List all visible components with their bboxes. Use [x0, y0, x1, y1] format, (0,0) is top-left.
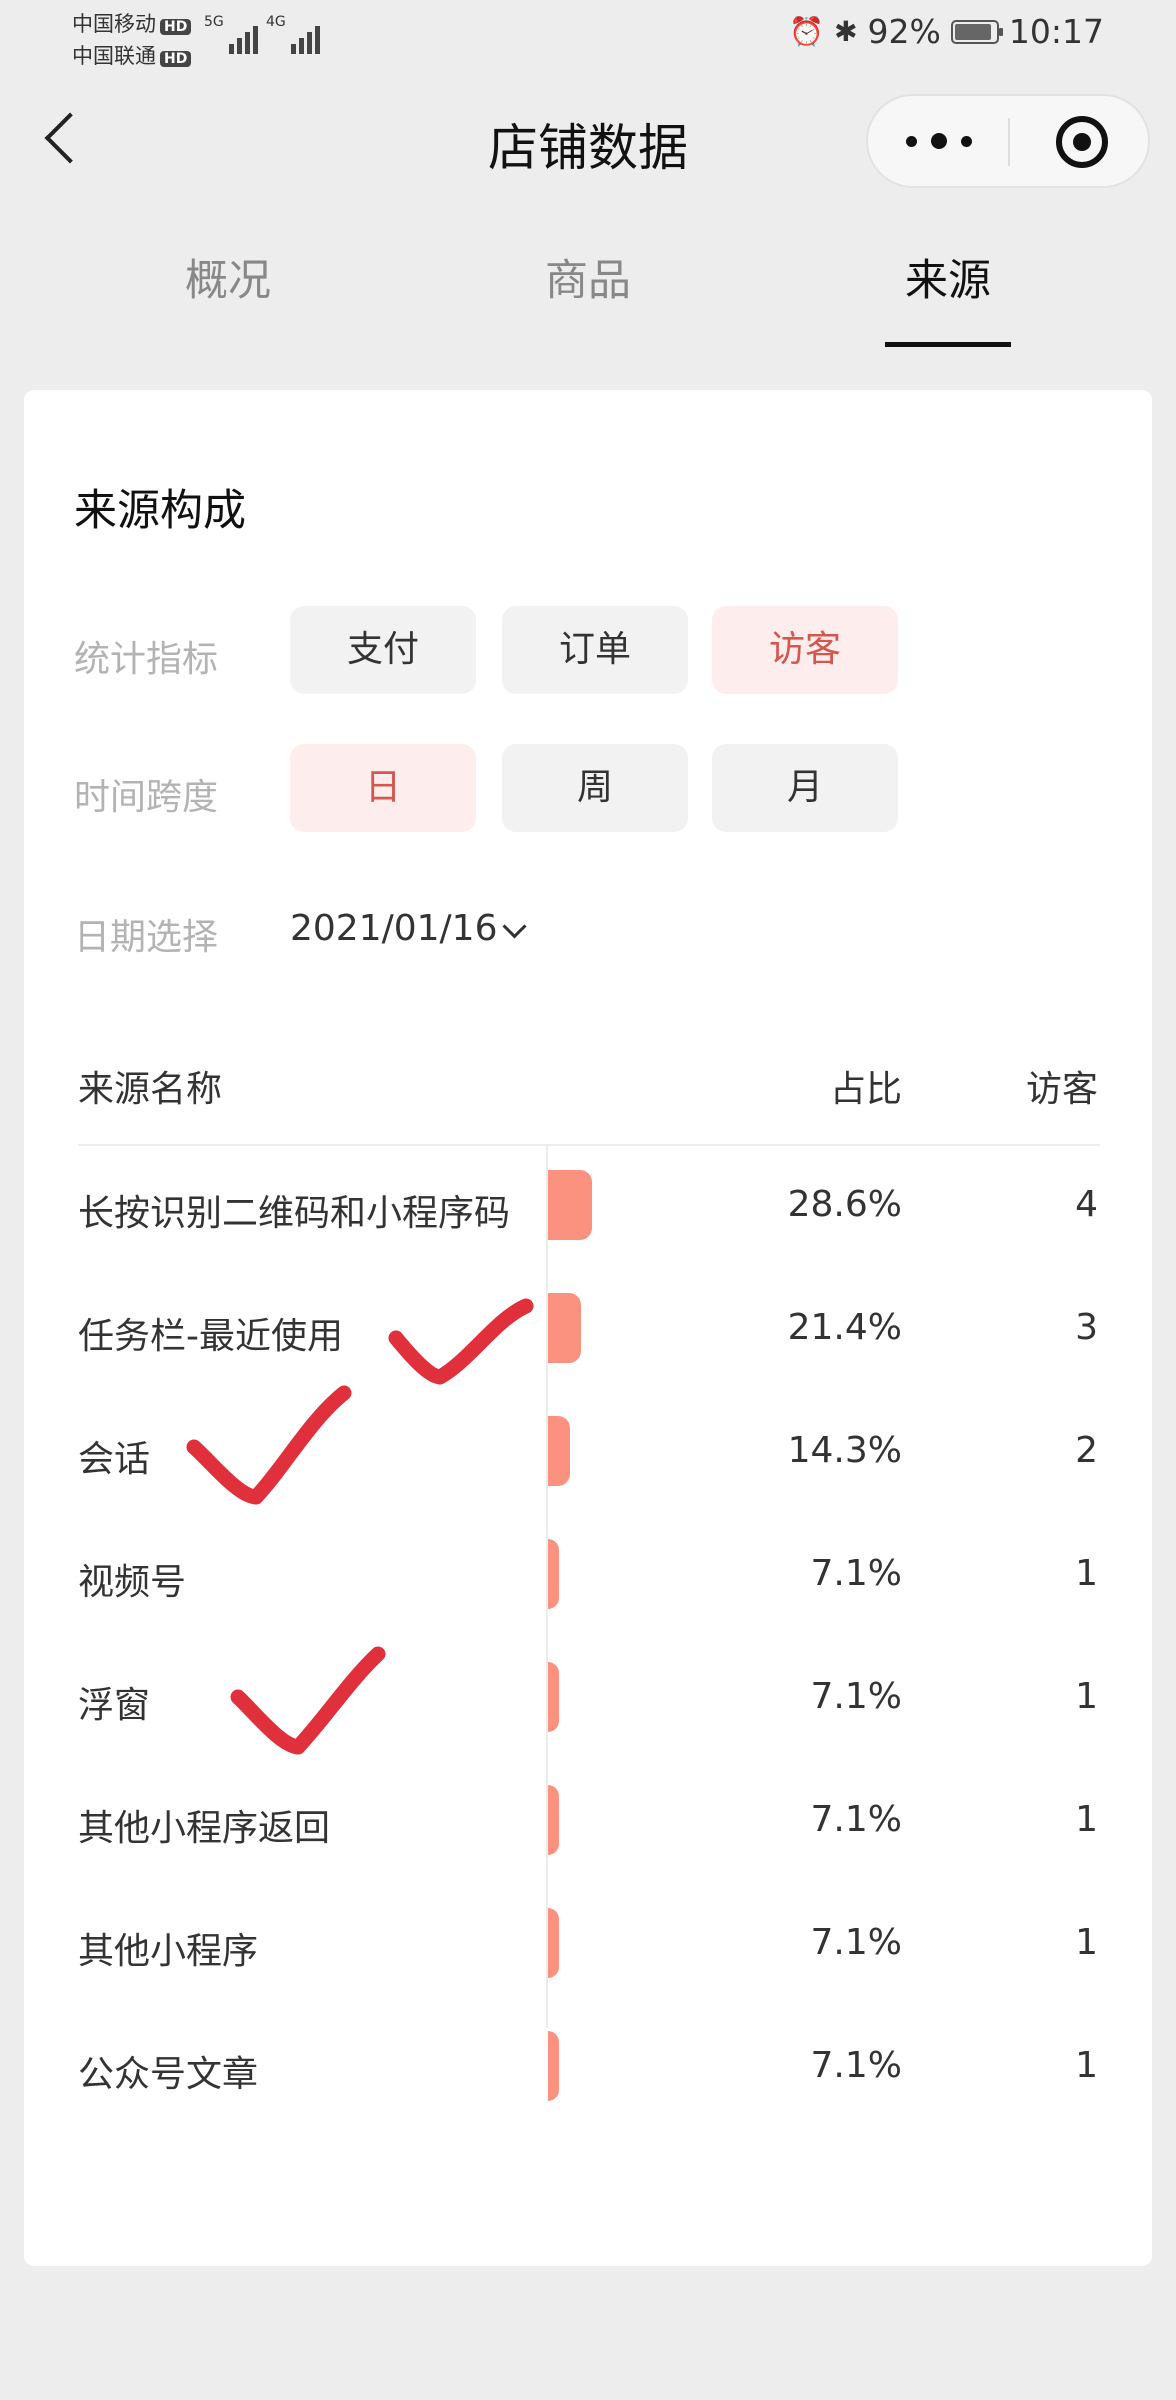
carrier-2: 中国联通 HD — [72, 40, 192, 70]
span-filter-label: 时间跨度 — [74, 777, 219, 818]
visitor-count: 1 — [1075, 1799, 1098, 1840]
bluetooth-icon: ✱ — [834, 15, 858, 48]
metric-chip-visitors[interactable]: 访客 — [712, 606, 898, 694]
table-row: 视频号 7.1% 1 — [24, 1515, 1152, 1638]
bar-axis-line — [546, 1146, 548, 2028]
hd-badge: HD — [160, 51, 192, 67]
metric-chip-orders[interactable]: 订单 — [502, 606, 688, 694]
table-row: 任务栏-最近使用 21.4% 3 — [24, 1269, 1152, 1392]
more-icon[interactable] — [906, 126, 972, 156]
active-tab-indicator — [885, 342, 1011, 347]
chevron-down-icon[interactable] — [502, 914, 527, 939]
span-chip-month[interactable]: 月 — [712, 744, 898, 832]
carrier-2-label: 中国联通 — [72, 44, 156, 68]
capsule-divider — [1008, 118, 1010, 166]
table-row: 浮窗 7.1% 1 — [24, 1638, 1152, 1761]
span-chip-week[interactable]: 周 — [502, 744, 688, 832]
battery-percent: 92% — [867, 12, 941, 51]
table-row: 其他小程序返回 7.1% 1 — [24, 1761, 1152, 1884]
clock: 10:17 — [1008, 12, 1104, 51]
signal-4g-icon: 4G — [266, 14, 320, 54]
source-name: 任务栏-最近使用 — [78, 1316, 343, 1357]
status-right: ⏰ ✱ 92% 10:17 — [789, 12, 1104, 51]
source-name: 长按识别二维码和小程序码 — [78, 1193, 511, 1234]
share-percent: 28.6% — [787, 1184, 902, 1225]
source-name: 其他小程序返回 — [78, 1808, 331, 1849]
nav-bar: 店铺数据 — [0, 76, 1176, 206]
share-bar — [548, 1539, 559, 1609]
tab-overview[interactable]: 概况 — [148, 246, 308, 308]
table-row: 公众号文章 7.1% 1 — [24, 2007, 1152, 2130]
visitor-count: 1 — [1075, 1922, 1098, 1963]
tab-sources[interactable]: 来源 — [868, 246, 1028, 308]
share-bar — [548, 1785, 559, 1855]
section-title: 来源构成 — [74, 486, 246, 536]
date-filter-label: 日期选择 — [74, 917, 219, 958]
visitor-count: 1 — [1075, 1553, 1098, 1594]
tab-products[interactable]: 商品 — [508, 246, 668, 308]
table-row: 会话 14.3% 2 — [24, 1392, 1152, 1515]
source-name: 其他小程序 — [78, 1931, 259, 1972]
signal-5g-icon: 5G — [204, 14, 258, 54]
share-percent: 7.1% — [810, 1553, 902, 1594]
date-picker[interactable]: 2021/01/16 — [290, 908, 498, 949]
header-source-name: 来源名称 — [78, 1069, 223, 1110]
share-percent: 7.1% — [810, 1922, 902, 1963]
share-bar — [548, 1293, 582, 1363]
share-percent: 7.1% — [810, 1676, 902, 1717]
carrier-1-label: 中国移动 — [72, 12, 156, 36]
network-2-label: 4G — [266, 14, 286, 30]
metric-chip-pay[interactable]: 支付 — [290, 606, 476, 694]
header-visitors: 访客 — [1025, 1069, 1098, 1110]
metric-filter-label: 统计指标 — [74, 639, 219, 680]
share-bar — [548, 1170, 593, 1240]
source-name: 视频号 — [78, 1562, 187, 1603]
source-name: 浮窗 — [78, 1685, 151, 1726]
status-bar: 中国移动 HD 中国联通 HD 5G 4G ⏰ ✱ 92% 10:17 — [0, 0, 1176, 76]
share-bar — [548, 2031, 559, 2101]
visitor-count: 4 — [1075, 1184, 1098, 1225]
share-bar — [548, 1662, 559, 1732]
target-icon[interactable] — [1056, 116, 1108, 168]
table-row: 长按识别二维码和小程序码 28.6% 4 — [24, 1146, 1152, 1269]
share-bar — [548, 1908, 559, 1978]
share-bar — [548, 1416, 571, 1486]
hd-badge: HD — [160, 19, 192, 35]
table-row: 其他小程序 7.1% 1 — [24, 1884, 1152, 2007]
visitor-count: 2 — [1075, 1430, 1098, 1471]
span-chip-day[interactable]: 日 — [290, 744, 476, 832]
share-percent: 21.4% — [787, 1307, 902, 1348]
visitor-count: 3 — [1075, 1307, 1098, 1348]
source-card: 来源构成 统计指标 支付 订单 访客 时间跨度 日 周 月 日期选择 2021/… — [24, 390, 1152, 2266]
source-name: 会话 — [78, 1439, 151, 1480]
alarm-icon: ⏰ — [789, 15, 825, 48]
share-percent: 7.1% — [810, 2045, 902, 2086]
share-percent: 14.3% — [787, 1430, 902, 1471]
tab-bar: 概况 商品 来源 — [0, 206, 1176, 347]
visitor-count: 1 — [1075, 2045, 1098, 2086]
network-1-label: 5G — [204, 14, 224, 30]
share-percent: 7.1% — [810, 1799, 902, 1840]
source-name: 公众号文章 — [78, 2054, 259, 2095]
visitor-count: 1 — [1075, 1676, 1098, 1717]
carrier-1: 中国移动 HD — [72, 8, 192, 38]
header-share: 占比 — [829, 1069, 902, 1110]
mini-program-capsule — [866, 94, 1150, 188]
battery-icon — [950, 19, 1003, 44]
